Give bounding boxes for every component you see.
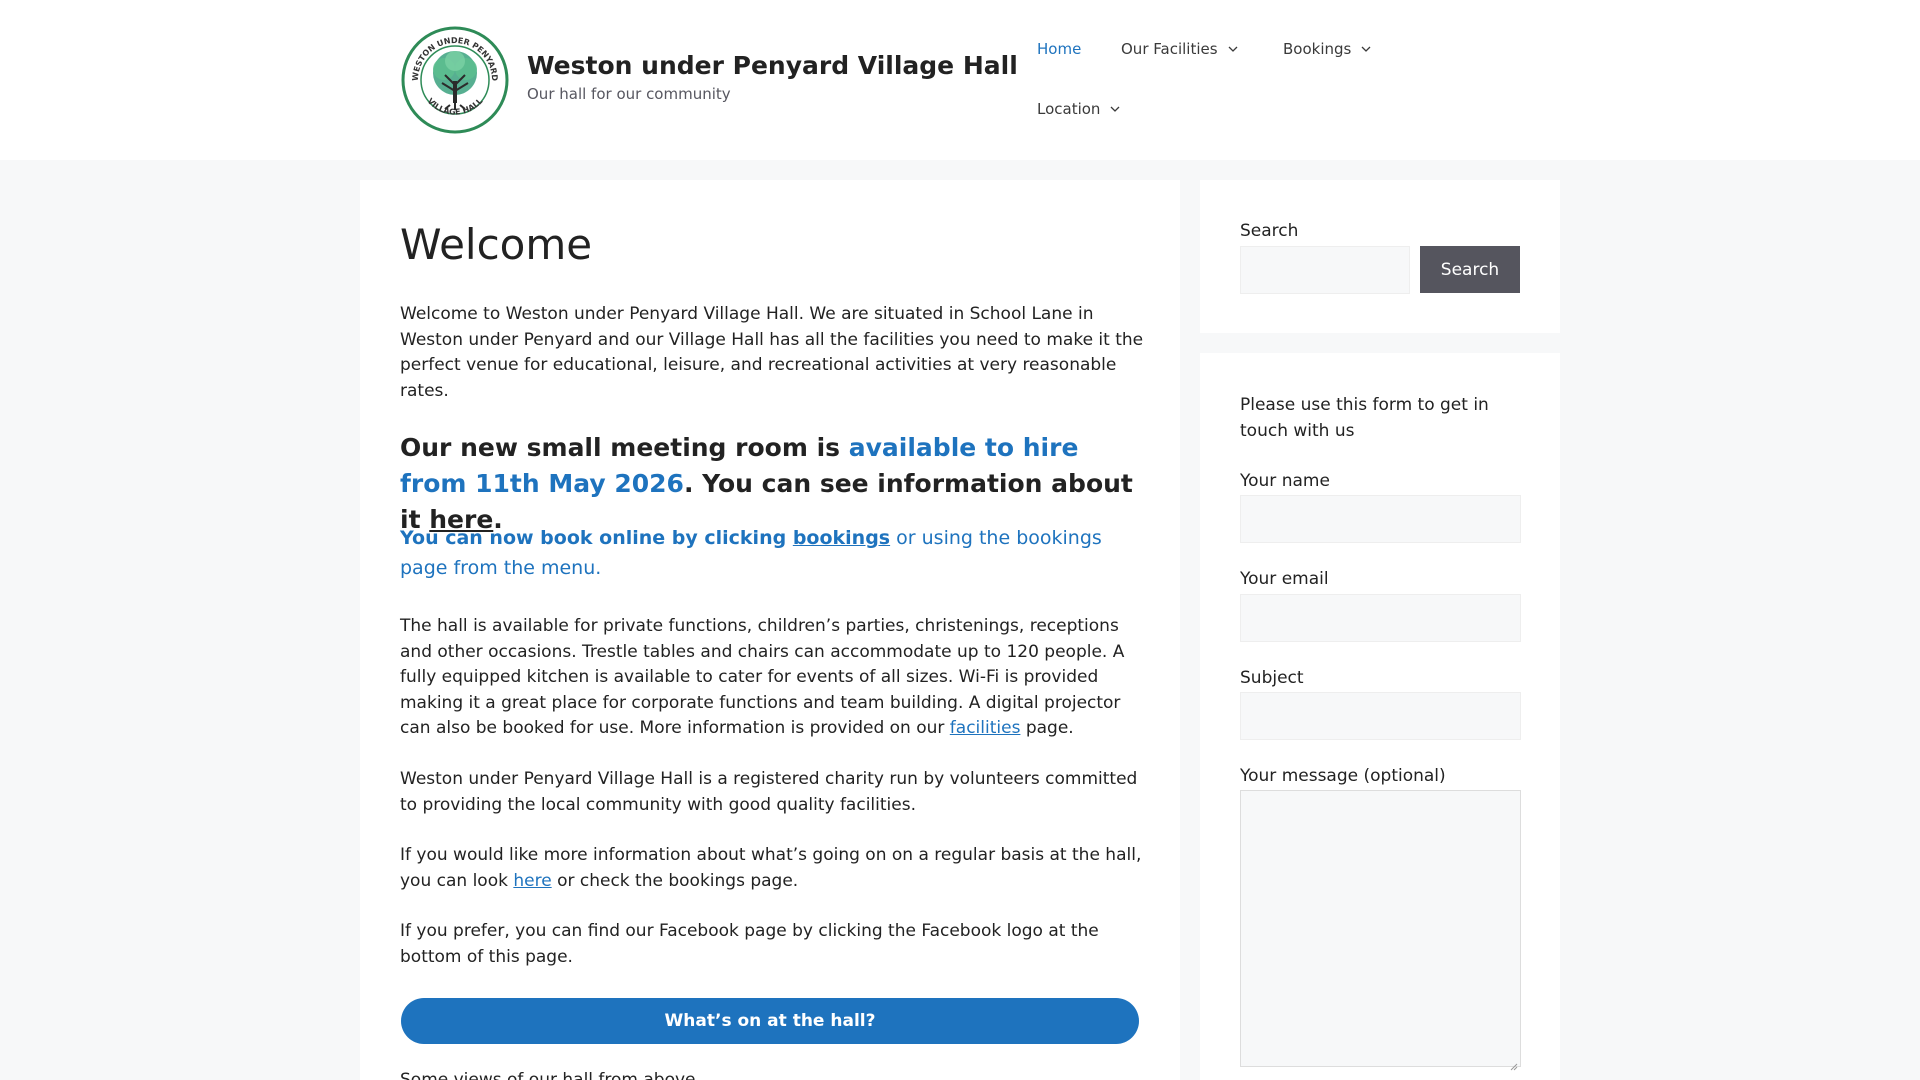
facebook-paragraph: If you prefer, you can find our Facebook… <box>400 921 1099 967</box>
nav-home-label: Home <box>1037 40 1082 58</box>
notice-prefix: Our new small meeting room is <box>400 433 849 462</box>
subject-label: Subject <box>1240 668 1304 688</box>
subject-field[interactable] <box>1240 692 1521 740</box>
site-tagline: Our hall for our community <box>527 85 731 103</box>
charity-paragraph: Weston under Penyard Village Hall is a r… <box>400 769 1138 815</box>
search-button[interactable]: Search <box>1420 246 1520 293</box>
message-textarea[interactable] <box>1240 790 1521 1071</box>
nav-item-home[interactable]: Home <box>1037 40 1081 58</box>
site-title[interactable]: Weston under Penyard Village Hall <box>527 51 1018 80</box>
site-header: WESTON UNDER PENYARD VILLAGE HALL Weston… <box>0 0 1920 160</box>
more-info-paragraph: If you would like more information about… <box>400 843 1150 894</box>
more-info-suffix: or check the bookings page. <box>551 870 799 891</box>
email-label: Your email <box>1240 569 1329 589</box>
email-field[interactable] <box>1240 594 1521 642</box>
online-booking-notice: You can now book online by clicking book… <box>400 523 1150 583</box>
more-info-here-link[interactable]: here <box>513 871 551 891</box>
page-title: Welcome <box>400 220 593 269</box>
facilities-link[interactable]: facilities <box>950 718 1021 738</box>
hall-info-paragraph: The hall is available for private functi… <box>400 614 1150 742</box>
chevron-down-icon <box>1110 106 1120 113</box>
search-input[interactable] <box>1240 246 1410 294</box>
name-label: Your name <box>1240 471 1330 491</box>
online-prefix: You can now book online by clicking <box>400 527 793 549</box>
nav-item-bookings[interactable]: Bookings <box>1283 40 1371 58</box>
name-field[interactable] <box>1240 495 1521 543</box>
chevron-down-icon <box>1228 46 1238 53</box>
search-label: Search <box>1240 221 1299 241</box>
whats-on-button[interactable]: What’s on at the hall? <box>401 998 1139 1044</box>
nav-item-location[interactable]: Location <box>1037 100 1120 118</box>
hall-info-suffix: page. <box>1020 718 1074 738</box>
resize-handle-icon[interactable] <box>1510 1056 1518 1071</box>
nav-item-our-facilities[interactable]: Our Facilities <box>1121 40 1238 58</box>
nav-bookings-label: Bookings <box>1283 40 1352 58</box>
search-widget: Search Search <box>1200 180 1560 333</box>
chevron-down-icon <box>1361 46 1371 53</box>
tree-logo-icon[interactable]: WESTON UNDER PENYARD VILLAGE HALL <box>400 25 510 135</box>
nav-facilities-label: Our Facilities <box>1121 40 1218 58</box>
message-label: Your message (optional) <box>1240 766 1446 786</box>
views-caption: Some views of our hall from above <box>400 1070 696 1080</box>
meeting-room-notice: Our new small meeting room is available … <box>400 430 1150 538</box>
contact-intro: Please use this form to get in touch wit… <box>1240 395 1489 441</box>
nav-location-label: Location <box>1037 100 1101 118</box>
main-content: Welcome Welcome to Weston under Penyard … <box>360 180 1180 1080</box>
contact-form-widget: Please use this form to get in touch wit… <box>1200 353 1560 1080</box>
intro-paragraph: Welcome to Weston under Penyard Village … <box>400 304 1144 401</box>
bookings-link[interactable]: bookings <box>793 527 890 549</box>
